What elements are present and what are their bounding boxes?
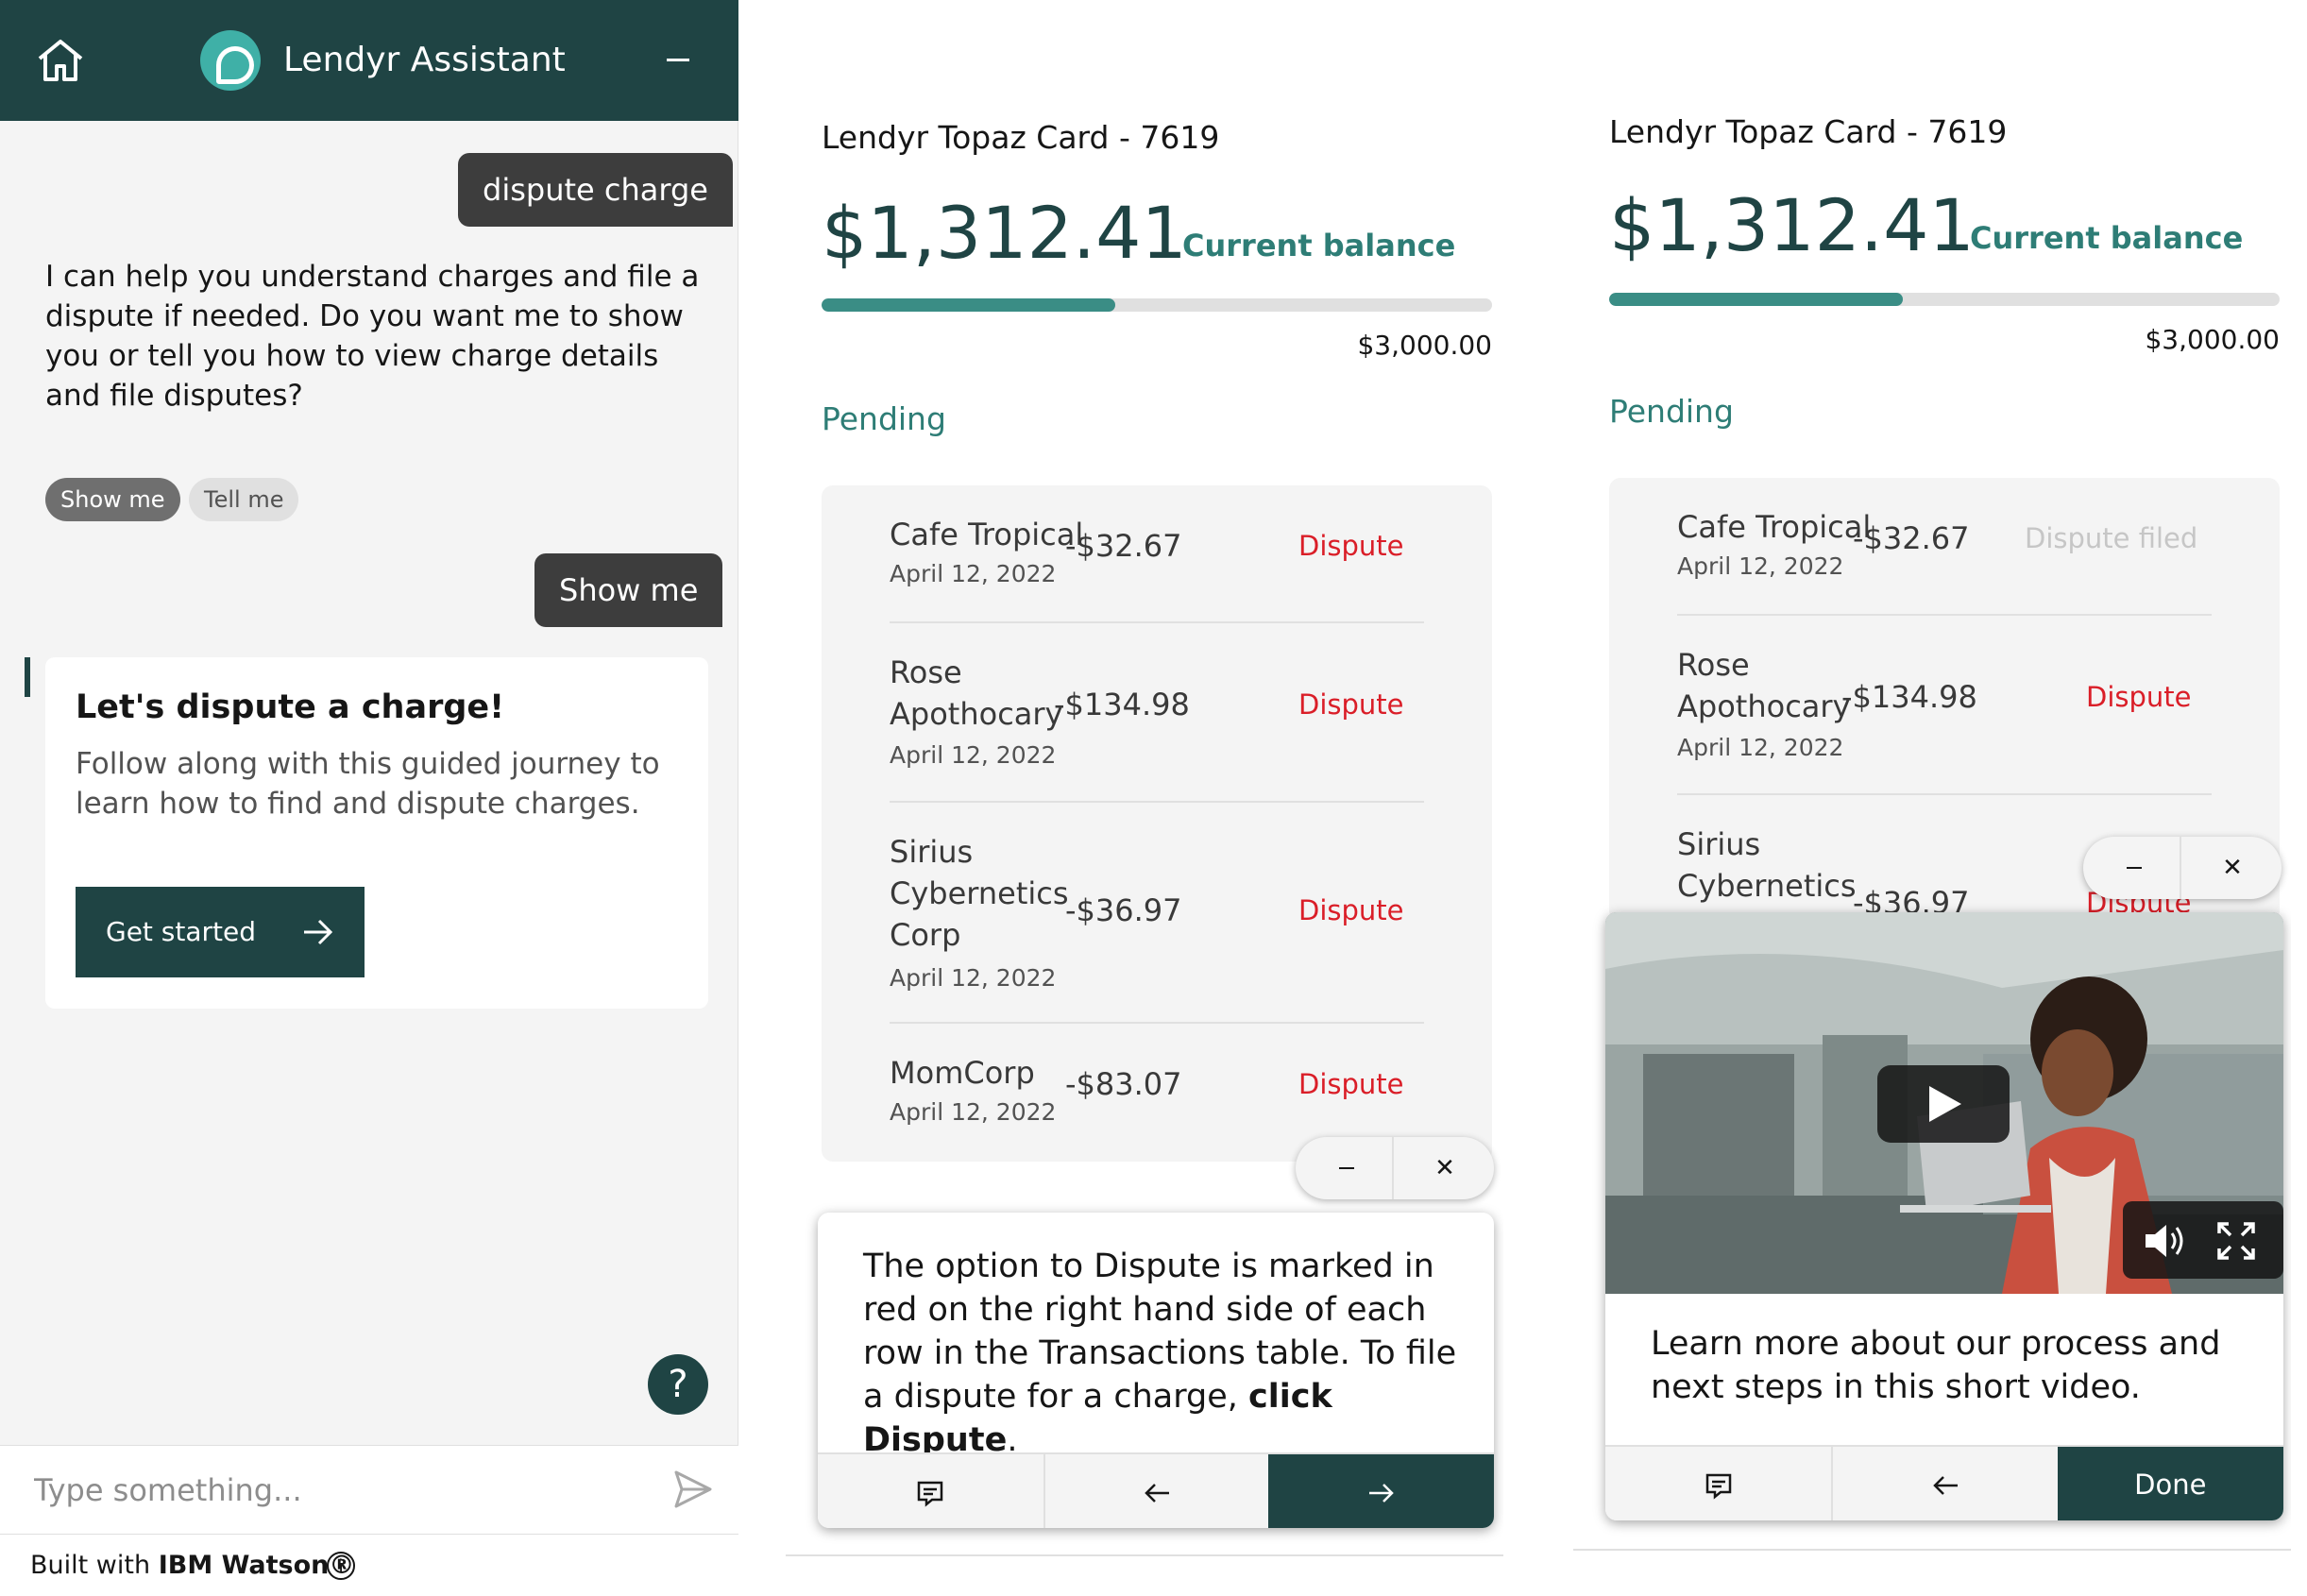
- pending-heading: Pending: [822, 400, 946, 437]
- info-icon[interactable]: i: [327, 1552, 355, 1580]
- tour-nav: [818, 1452, 1494, 1528]
- arrow-left-icon[interactable]: [1831, 1447, 2057, 1520]
- footer-prefix: Built with: [30, 1551, 159, 1580]
- transaction-date: April 12, 2022: [890, 560, 1057, 587]
- credit-progress-bar: [1609, 293, 2280, 306]
- credit-progress-fill: [1609, 293, 1903, 306]
- account-name: Lendyr Topaz Card - 7619: [1609, 113, 2008, 150]
- dispute-link[interactable]: Dispute: [2086, 676, 2192, 718]
- chat-bubble-icon[interactable]: [818, 1454, 1043, 1528]
- account-name: Lendyr Topaz Card - 7619: [822, 119, 1220, 156]
- footer: Built with IBM Watson® i: [0, 1534, 738, 1596]
- message-input[interactable]: [34, 1465, 638, 1516]
- table-row: Sirius Cybernetics Corp April 12, 2022 -…: [890, 803, 1424, 1024]
- user-message: dispute charge: [458, 153, 733, 227]
- merchant-name: Sirius Cybernetics Corp: [890, 834, 1069, 953]
- footer-text: Built with IBM Watson®: [30, 1548, 354, 1584]
- dispute-filed-label: Dispute filed: [2025, 522, 2198, 554]
- minimize-icon[interactable]: [667, 59, 689, 61]
- transaction-amount: -$134.98: [1054, 687, 1190, 722]
- card-title: Let's dispute a charge!: [76, 688, 505, 726]
- volume-icon[interactable]: [2144, 1222, 2187, 1260]
- tour-controls: ✕: [1296, 1137, 1494, 1199]
- quick-reply-show-me[interactable]: Show me: [45, 478, 180, 521]
- divider: [786, 1554, 1503, 1556]
- merchant-name: Sirius Cybernetics Corp: [1677, 826, 1857, 922]
- transaction-date: April 12, 2022: [890, 964, 1057, 992]
- arrow-right-icon: [304, 919, 333, 945]
- video-controls: [2123, 1201, 2283, 1279]
- credit-limit: $3,000.00: [1357, 330, 1492, 361]
- tour-controls: ✕: [2083, 837, 2282, 899]
- message-input-row: [0, 1445, 738, 1534]
- bot-message: I can help you understand charges and fi…: [45, 260, 700, 413]
- table-row: Cafe Tropical April 12, 2022 -$32.67 Dis…: [890, 485, 1424, 623]
- account-panel-step: Lendyr Topaz Card - 7619 $1,312.41 Curre…: [786, 0, 1503, 1596]
- transaction-amount: -$32.67: [1065, 528, 1182, 564]
- table-row: Cafe Tropical April 12, 2022 -$32.67 Dis…: [1677, 478, 2212, 616]
- fullscreen-icon[interactable]: [2215, 1220, 2257, 1262]
- play-icon[interactable]: [1877, 1065, 2010, 1143]
- dispute-link[interactable]: Dispute: [1298, 684, 1404, 725]
- merchant-name: Rose Apothocary: [890, 654, 1063, 732]
- merchant-name: MomCorp: [890, 1055, 1035, 1091]
- footer-brand: IBM Watson®: [158, 1551, 355, 1580]
- transaction-date: April 12, 2022: [1677, 734, 1844, 761]
- minimize-icon[interactable]: [1296, 1137, 1394, 1199]
- chat-panel: Lendyr Assistant dispute charge I can he…: [0, 0, 738, 1596]
- user-message: Show me: [534, 553, 723, 627]
- arrow-left-icon[interactable]: [1043, 1454, 1269, 1528]
- balance-amount: $1,312.41: [822, 191, 1187, 275]
- balance-label: Current balance: [1182, 228, 1456, 263]
- merchant-name: Rose Apothocary: [1677, 647, 1851, 724]
- transaction-date: April 12, 2022: [890, 741, 1057, 769]
- get-started-button[interactable]: Get started: [76, 887, 365, 977]
- close-icon[interactable]: ✕: [2183, 837, 2282, 899]
- chat-avatar-icon: [200, 30, 261, 91]
- get-started-label: Get started: [106, 916, 257, 947]
- home-icon[interactable]: [34, 36, 87, 85]
- video-step-text: Learn more about our process and next st…: [1651, 1325, 2221, 1406]
- table-row: Rose Apothocary April 12, 2022 -$134.98 …: [1677, 616, 2212, 795]
- video-player[interactable]: [1605, 912, 2283, 1294]
- dispute-link[interactable]: Dispute: [1298, 1063, 1404, 1105]
- transaction-amount: -$36.97: [1065, 892, 1182, 928]
- tour-step-card: The option to Dispute is marked in red o…: [818, 1213, 1494, 1528]
- chat-bubble-icon[interactable]: [1605, 1447, 1831, 1520]
- balance-amount: $1,312.41: [1609, 183, 1975, 267]
- transaction-date: April 12, 2022: [1677, 552, 1844, 580]
- assistant-title: Lendyr Assistant: [283, 41, 566, 79]
- transaction-date: April 12, 2022: [890, 1098, 1057, 1126]
- video-step-card: Learn more about our process and next st…: [1605, 912, 2283, 1520]
- close-icon[interactable]: ✕: [1396, 1137, 1494, 1199]
- card-body: Follow along with this guided journey to…: [76, 747, 660, 821]
- tour-nav: Done: [1605, 1445, 2283, 1520]
- quick-reply-tell-me[interactable]: Tell me: [189, 478, 299, 521]
- table-row: Rose Apothocary April 12, 2022 -$134.98 …: [890, 623, 1424, 803]
- credit-limit: $3,000.00: [2145, 324, 2280, 355]
- transaction-amount: -$83.07: [1065, 1066, 1182, 1102]
- pending-heading: Pending: [1609, 393, 1734, 430]
- divider: [1573, 1549, 2291, 1551]
- done-button[interactable]: Done: [2057, 1447, 2283, 1520]
- help-icon[interactable]: ?: [648, 1354, 708, 1415]
- account-panel-video: Lendyr Topaz Card - 7619 $1,312.41 Curre…: [1573, 0, 2291, 1596]
- tour-step-text: The option to Dispute is marked in red o…: [863, 1245, 1467, 1462]
- transaction-amount: -$134.98: [1841, 679, 1977, 715]
- transactions-table: Cafe Tropical April 12, 2022 -$32.67 Dis…: [822, 485, 1492, 1162]
- credit-progress-bar: [822, 298, 1492, 312]
- focus-indicator: [25, 657, 30, 697]
- balance-label: Current balance: [1970, 220, 2244, 256]
- arrow-right-icon[interactable]: [1268, 1454, 1494, 1528]
- minimize-icon[interactable]: [2083, 837, 2181, 899]
- chat-header: Lendyr Assistant: [0, 0, 738, 121]
- send-icon[interactable]: [672, 1469, 714, 1510]
- credit-progress-fill: [822, 298, 1115, 312]
- dispute-link[interactable]: Dispute: [1298, 525, 1404, 567]
- guided-tour-card: Let's dispute a charge! Follow along wit…: [45, 657, 708, 1009]
- transaction-amount: -$32.67: [1853, 520, 1970, 556]
- app-root: Lendyr Assistant dispute charge I can he…: [0, 0, 2307, 1596]
- dispute-link[interactable]: Dispute: [1298, 890, 1404, 931]
- tour-text-pre: The option to Dispute is marked in red o…: [863, 1248, 1457, 1416]
